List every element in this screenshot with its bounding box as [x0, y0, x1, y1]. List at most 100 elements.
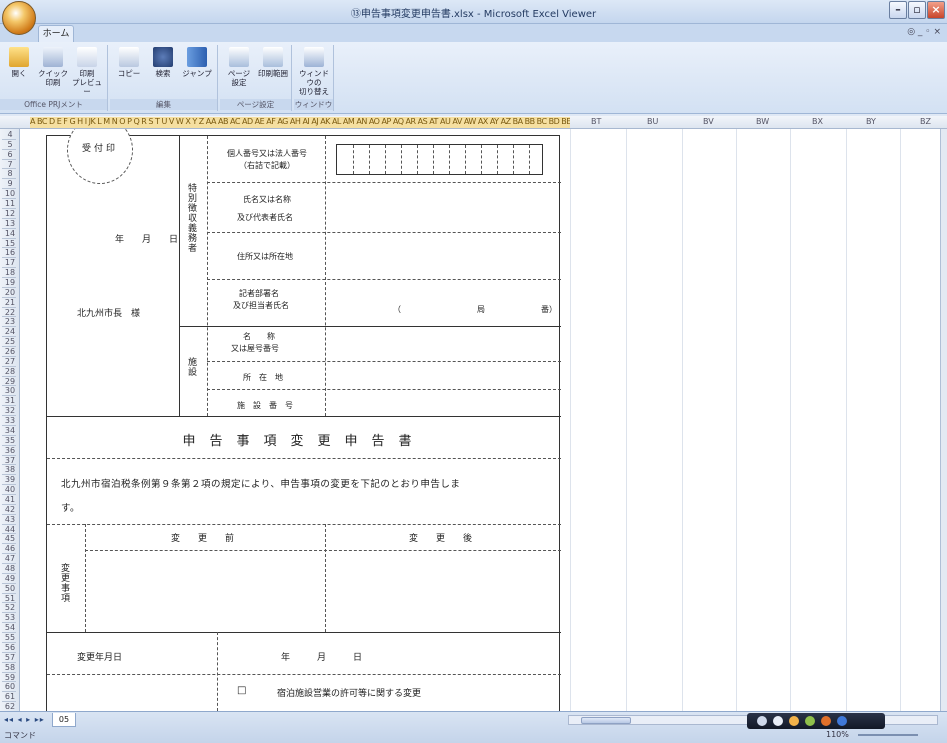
row-header[interactable]: 62: [1, 702, 19, 711]
row-header[interactable]: 58: [1, 663, 19, 672]
row-header[interactable]: 9: [1, 179, 19, 188]
row-header[interactable]: 8: [1, 169, 19, 178]
column-header[interactable]: BT: [591, 117, 601, 126]
help-controls[interactable]: ◎ _ ◦ ×: [907, 27, 941, 37]
tab-home[interactable]: ホーム: [38, 25, 74, 42]
row-header[interactable]: 20: [1, 288, 19, 297]
row-header[interactable]: 44: [1, 525, 19, 534]
goto-button[interactable]: ジャンプ: [180, 47, 214, 91]
sheet-tab[interactable]: 05: [52, 713, 76, 727]
number-input-grid[interactable]: [336, 144, 543, 175]
row-header[interactable]: 5: [1, 140, 19, 149]
column-header[interactable]: BX: [812, 117, 823, 126]
row-header[interactable]: 23: [1, 317, 19, 326]
tray-icon[interactable]: [773, 716, 783, 726]
column-header[interactable]: BZ: [920, 117, 931, 126]
row-header[interactable]: 43: [1, 515, 19, 524]
row-header[interactable]: 52: [1, 603, 19, 612]
scroll-thumb[interactable]: [581, 717, 631, 724]
tray-icon[interactable]: [757, 716, 767, 726]
row-header[interactable]: 51: [1, 594, 19, 603]
column-headers-compact[interactable]: A BC D E F G H I JK L M N O P Q R S T U …: [30, 117, 570, 128]
maximize-button[interactable]: ▫: [908, 1, 926, 19]
row-header[interactable]: 57: [1, 653, 19, 662]
zoom-level[interactable]: 110%: [826, 730, 849, 739]
row-header[interactable]: 45: [1, 534, 19, 543]
row-header[interactable]: 26: [1, 347, 19, 356]
row-header[interactable]: 47: [1, 554, 19, 563]
row-header[interactable]: 18: [1, 268, 19, 277]
ribbon-group-label: 編集: [110, 99, 217, 110]
row-header[interactable]: 16: [1, 248, 19, 257]
row-header[interactable]: 38: [1, 465, 19, 474]
office-button[interactable]: [2, 1, 36, 35]
vertical-scrollbar[interactable]: [940, 129, 947, 711]
row-header[interactable]: 15: [1, 239, 19, 248]
row-header[interactable]: 31: [1, 396, 19, 405]
row-header[interactable]: 61: [1, 692, 19, 701]
print-preview-button[interactable]: 印刷 プレビュー: [70, 47, 104, 96]
tray-icon[interactable]: [805, 716, 815, 726]
row-header[interactable]: 17: [1, 258, 19, 267]
row-header[interactable]: 34: [1, 426, 19, 435]
tray-icon[interactable]: [837, 716, 847, 726]
row-header[interactable]: 54: [1, 623, 19, 632]
row-header[interactable]: 53: [1, 613, 19, 622]
worksheet[interactable]: 受付印 特別徴収義務者 施設 年 月 日 北九州市長 様 個人番号又は法人番号 …: [20, 129, 947, 711]
row-header[interactable]: 22: [1, 308, 19, 317]
column-header[interactable]: BY: [866, 117, 876, 126]
row-header[interactable]: 40: [1, 485, 19, 494]
row-header[interactable]: 60: [1, 682, 19, 691]
permit-checkbox[interactable]: □: [237, 685, 246, 696]
row-header[interactable]: 19: [1, 278, 19, 287]
tray-icon[interactable]: [821, 716, 831, 726]
row-header[interactable]: 28: [1, 367, 19, 376]
row-header[interactable]: 48: [1, 564, 19, 573]
row-header[interactable]: 42: [1, 505, 19, 514]
row-header[interactable]: 30: [1, 386, 19, 395]
copy-button[interactable]: コピー: [112, 47, 146, 91]
row-header[interactable]: 4: [1, 130, 19, 139]
row-header[interactable]: 50: [1, 584, 19, 593]
row-header[interactable]: 6: [1, 150, 19, 159]
row-header[interactable]: 33: [1, 416, 19, 425]
close-button[interactable]: ×: [927, 1, 945, 19]
row-header[interactable]: 49: [1, 574, 19, 583]
row-header[interactable]: 56: [1, 643, 19, 652]
column-header[interactable]: BU: [647, 117, 658, 126]
row-header[interactable]: 14: [1, 229, 19, 238]
print-area-button[interactable]: 印刷範囲: [256, 47, 290, 91]
find-button[interactable]: 検索: [146, 47, 180, 91]
page-setup-button[interactable]: ページ 設定: [222, 47, 256, 91]
tray-icon[interactable]: [789, 716, 799, 726]
row-header[interactable]: 11: [1, 199, 19, 208]
row-header[interactable]: 29: [1, 377, 19, 386]
sheet-nav-buttons[interactable]: ◂◂ ◂ ▸ ▸▸: [4, 715, 45, 724]
open-button[interactable]: 開く: [2, 47, 36, 91]
quick-print-button[interactable]: クイック 印刷: [36, 47, 70, 91]
row-header[interactable]: 37: [1, 456, 19, 465]
row-header[interactable]: 55: [1, 633, 19, 642]
row-header[interactable]: 46: [1, 544, 19, 553]
row-header[interactable]: 27: [1, 357, 19, 366]
row-header[interactable]: 7: [1, 160, 19, 169]
row-header[interactable]: 35: [1, 436, 19, 445]
row-header[interactable]: 21: [1, 298, 19, 307]
row-header[interactable]: 13: [1, 219, 19, 228]
row-header[interactable]: 25: [1, 337, 19, 346]
row-header[interactable]: 32: [1, 406, 19, 415]
phone-open: （: [393, 305, 401, 314]
column-header[interactable]: BW: [756, 117, 769, 126]
row-header[interactable]: 59: [1, 673, 19, 682]
minimize-button[interactable]: –: [889, 1, 907, 19]
column-header[interactable]: BV: [703, 117, 714, 126]
row-header[interactable]: 12: [1, 209, 19, 218]
row-header[interactable]: 36: [1, 446, 19, 455]
row-header[interactable]: 24: [1, 327, 19, 336]
row-header[interactable]: 39: [1, 475, 19, 484]
switch-window-button[interactable]: ウィンドウの 切り替え: [297, 47, 331, 96]
row-header[interactable]: 41: [1, 495, 19, 504]
row-header[interactable]: 10: [1, 189, 19, 198]
phone-mid: 局: [477, 305, 485, 314]
zoom-slider[interactable]: [858, 734, 918, 736]
